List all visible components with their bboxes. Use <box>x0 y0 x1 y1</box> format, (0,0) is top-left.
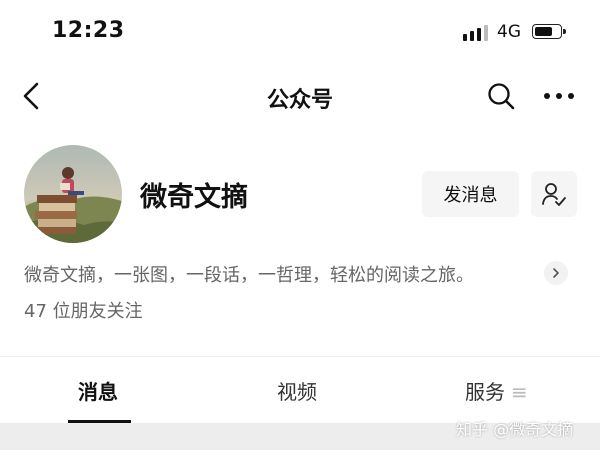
followed-user-icon <box>542 183 566 206</box>
network-type: 4G <box>497 22 521 42</box>
tab-services-label: 服务 <box>465 380 505 404</box>
send-message-button[interactable]: 发消息 <box>422 171 519 217</box>
account-description: 微奇文摘，一张图，一段话，一哲理，轻松的阅读之旅。 <box>24 265 474 286</box>
battery-fill <box>535 27 553 36</box>
tab-services[interactable]: 服务 ≡ <box>465 376 528 405</box>
tab-video[interactable]: 视频 <box>277 376 317 405</box>
followers-count: 47 位朋友关注 <box>24 301 143 322</box>
description-expand-icon[interactable] <box>544 261 568 285</box>
signal-icon <box>463 25 488 41</box>
watermark: 知乎 @微奇文摘 <box>456 420 574 439</box>
follow-status-button[interactable] <box>531 171 577 217</box>
search-icon[interactable] <box>486 81 516 111</box>
battery-icon <box>532 24 566 39</box>
avatar[interactable] <box>24 145 122 243</box>
account-name: 微奇文摘 <box>140 182 248 213</box>
more-dots-icon[interactable] <box>542 88 576 104</box>
status-time: 12:23 <box>52 18 125 43</box>
divider <box>0 356 600 357</box>
tab-messages[interactable]: 消息 <box>78 376 118 405</box>
menu-icon: ≡ <box>511 380 528 404</box>
